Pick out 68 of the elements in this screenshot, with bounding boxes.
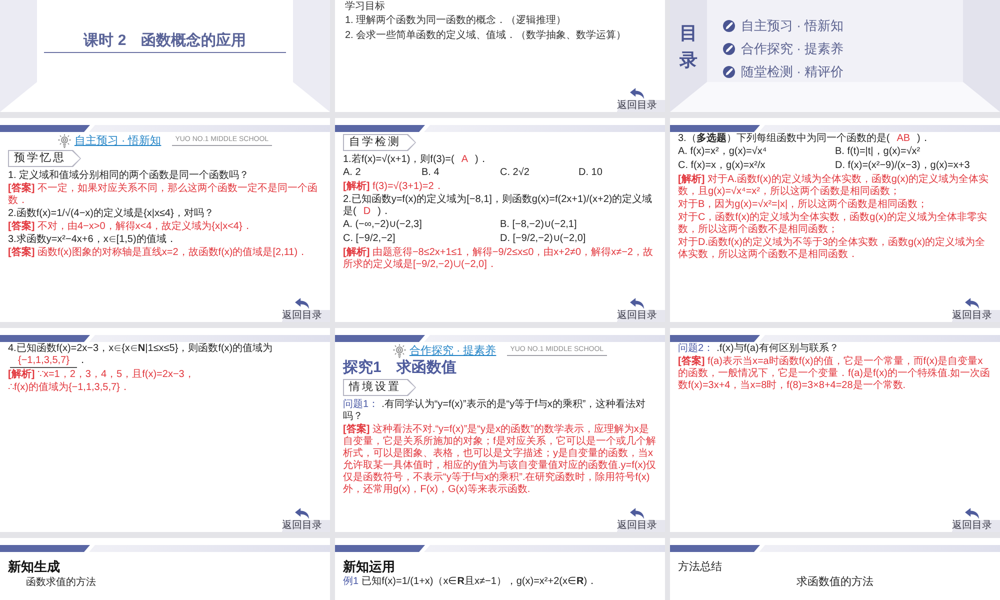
answer-option: A. 2 — [343, 167, 361, 179]
answer-text: [解析] 对于A.函数f(x)的定义域为全体实数，函数g(x)的定义域为全体实数，且g(x)=√x⁴=x²，所以这两个函数是相同函数； — [678, 174, 990, 198]
contents-link[interactable]: 随堂检测 · 精评价 — [723, 62, 844, 81]
answer-text: [解析] ∵x=1，2，3，4，5，且f(x)=2x−3， — [8, 368, 194, 380]
answer-option: C. f(x)=x，g(x)=x²/x — [678, 160, 766, 172]
question-text: 3.（多选题）下列每组函数中为同一个函数的是( AB )． — [678, 132, 930, 144]
answer-text: 对于B，因为g(x)=√x²=|x|，所以这两个函数是相同函数； — [678, 198, 928, 210]
answer-text: 对于C，函数f(x)的定义域为全体实数，函数g(x)的定义域为全体非零实数，所以这两个函数不是相同函数； — [678, 212, 988, 236]
answer-option: D. f(x)=(x²−9)/(x−3)，g(x)=x+3 — [835, 160, 970, 172]
question-text: 1. 定义域和值域分别相同的两个函数是同一个函数吗？ — [8, 170, 250, 182]
lightbulb-icon — [58, 134, 72, 148]
section-link[interactable]: 合作探究 · 提素养 — [409, 344, 496, 358]
answer-option: D. [−9/2,−2)∪(−2,0] — [500, 233, 586, 245]
answer-option: B. f(t)=|t|，g(x)=√x² — [835, 146, 920, 158]
answer-text: [答案] 这种看法不对.“y=f(x)”是“y是x的函数”的数学表示，应理解为x是自变量，它是关系所施加的对象；f是对应关系，它可以是一个或几个解析式，可以是图象、表格，也可以是文字描述；y是自变量的函数，当x允许取某一具体值时，相应的y值为与该自变量值对应的函数值.y=f(x)仅仅是函数符号，不表示“y等于f与x的乘积”.在研究函数时，除用符号f(x)外，还常用g(x)，F(x)，G(x)等来表示函数. — [343, 424, 657, 496]
answer-option: A. f(x)=x²，g(x)=√x⁴ — [678, 146, 767, 158]
section-heading: 新知运用 — [343, 559, 395, 575]
back-arrow-icon — [630, 88, 644, 99]
answer-text: [解析] f(3)=√(3+1)=2． — [343, 180, 444, 192]
back-arrow-icon — [965, 508, 979, 519]
question-text: 4.已知函数f(x)=2x−3，x∈{x∈N|1≤x≤5}，则函数f(x)的值域为 — [8, 342, 273, 354]
back-arrow-icon — [295, 508, 309, 519]
answer-text: [答案] 函数f(x)图象的对称轴是直线x=2，故函数f(x)的值域是[2,11)． — [8, 246, 308, 258]
back-arrow-icon — [295, 298, 309, 309]
pencil-icon — [723, 66, 735, 78]
answer-text: [答案] 不一定，如果对应关系不同，那么这两个函数一定不是同一个函数． — [8, 182, 318, 206]
section-badge: 情境设置 — [343, 379, 416, 396]
answer-text: ∴f(x)的值域为{−1,1,3,5,7}． — [8, 382, 130, 394]
question-text: 2.已知函数y=f(x)的定义域为[−8,1]，则函数g(x)=f(2x+1)/(x+2)的定义域是( D )． — [343, 194, 654, 218]
question-text: 2.函数f(x)=1/√(4−x)的定义域是{x|x≤4}，对吗？ — [8, 208, 214, 220]
subheading: 求函数值的方法 — [796, 576, 874, 589]
question-text: 问题1： .有同学认为“y=f(x)”表示的是“y等于f与x的乘积”，这种看法对吗？ — [343, 398, 647, 422]
answer-text: [答案] 不对，由4−x>0，解得x<4，故定义域为{x|x<4}． — [8, 220, 252, 232]
back-arrow-icon — [965, 298, 979, 309]
answer-text: [解析] 由题意得−8≤2x+1≤1，解得−9/2≤x≤0，由x+2≠0，解得x≠−2，故所求的定义域是[−9/2,−2)∪(−2,0]． — [343, 246, 654, 270]
objective-text: 2. 会求一些简单函数的定义域、值域．（数学抽象、数学运算） — [345, 28, 626, 43]
answer-text: [答案] f(a)表示当x=a时函数f(x)的值，它是一个常量，而f(x)是自变量x的函数，一般情况下，它是一个变量．f(a)是f(x)的一个特殊值.如一次函数f(x)=3x+4，当x=8时，f(8)=3×8+4=28是一个常数. — [678, 356, 992, 392]
lightbulb-icon — [393, 344, 406, 358]
contents-heading: 目录 — [680, 22, 698, 72]
slide-title: 课时 2 函数概念的应用 — [44, 32, 286, 53]
objectives-heading: 学习目标 — [345, 1, 385, 13]
answer-option: B. 4 — [422, 167, 440, 179]
question-text: 3.求函数y=x²−4x+6，x∈[1,5)的值域． — [8, 234, 176, 246]
fill-in-line: {−1,1,3,5,7} — [10, 354, 78, 368]
answer-option: A. (−∞,−2)∪(−2,3] — [343, 219, 422, 231]
lesson-title: 探究1 求函数值 — [343, 359, 456, 376]
pencil-icon — [723, 20, 735, 32]
pencil-icon — [723, 42, 735, 54]
answer-option: B. [−8,−2)∪(−2,1] — [500, 219, 577, 231]
question-text: ． — [77, 354, 88, 366]
answer-option: C. [−9/2,−2] — [343, 233, 396, 245]
section-badge: 自学检测 — [343, 134, 416, 151]
question-text: 问题2： .f(x)与f(a)有何区别与联系？ — [678, 342, 839, 354]
subheading: 函数求值的方法 — [26, 577, 96, 589]
question-text: 例1 已知f(x)=1/(1+x)（x∈R且x≠−1），g(x)=x²+2(x∈R)． — [343, 576, 598, 588]
section-badge: 预学忆思 — [8, 150, 81, 167]
section-link[interactable]: 自主预习 · 悟新知 — [74, 134, 162, 148]
section-heading: 方法总结 — [678, 560, 722, 574]
answer-option: D. 10 — [578, 167, 602, 179]
back-arrow-icon — [630, 508, 644, 519]
contents-link[interactable]: 自主预习 · 悟新知 — [723, 16, 844, 35]
back-arrow-icon — [630, 298, 644, 309]
contents-link[interactable]: 合作探究 · 提素养 — [723, 39, 844, 58]
section-heading: 新知生成 — [8, 559, 60, 575]
question-text: 1.若f(x)=√(x+1)，则f(3)=( A )． — [343, 154, 488, 166]
answer-text: 对于D.函数f(x)的定义域为不等于3的全体实数，函数g(x)的定义域为全体实数，所以这两个函数不是相同函数． — [678, 236, 986, 260]
answer-option: C. 2√2 — [500, 167, 530, 179]
objective-text: 1. 理解两个函数为同一函数的概念．（逻辑推理） — [345, 14, 566, 28]
